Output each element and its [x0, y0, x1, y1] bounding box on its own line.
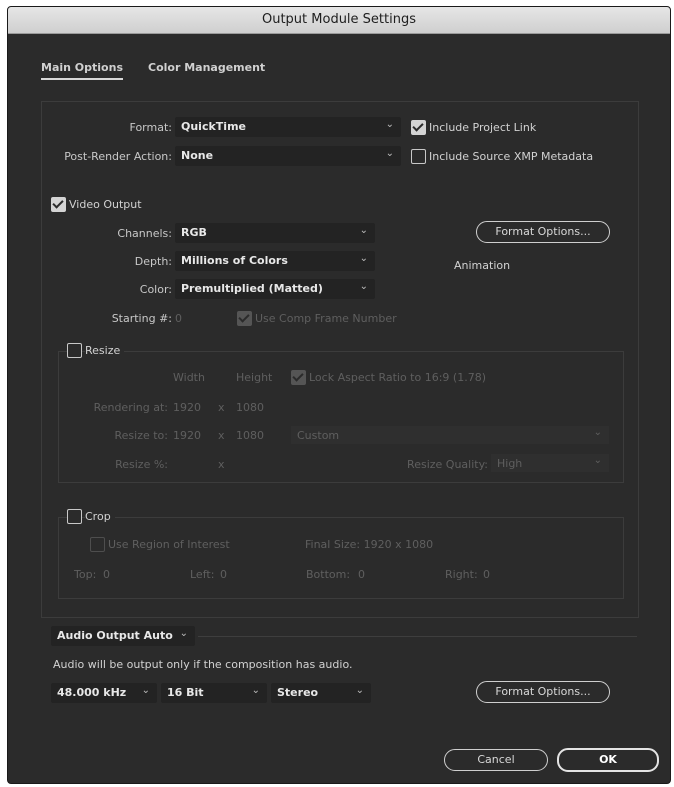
chevron-down-icon: ⌄: [141, 685, 150, 696]
chevron-down-icon: ⌄: [385, 119, 394, 130]
crop-label: Crop: [85, 510, 115, 523]
color-label: Color:: [139, 283, 172, 296]
codec-info-text: Animation: [454, 259, 511, 272]
crop-bottom-label: Bottom:: [306, 568, 351, 581]
channels-value: RGB: [181, 226, 207, 239]
crop-top-value[interactable]: 0: [103, 568, 110, 581]
use-roi-label: Use Region of Interest: [108, 538, 230, 551]
depth-value: Millions of Colors: [181, 254, 288, 267]
post-render-dropdown[interactable]: None ⌄: [175, 146, 401, 166]
rendering-width: 1920: [173, 401, 201, 414]
audio-rate-value: 48.000 kHz: [57, 686, 127, 699]
starting-number-value[interactable]: 0: [175, 312, 182, 325]
audio-channels-value: Stereo: [277, 686, 319, 699]
channels-label: Channels:: [117, 227, 172, 240]
use-comp-frame-checkbox[interactable]: [237, 311, 252, 326]
chevron-down-icon: ⌄: [359, 281, 368, 292]
cancel-button[interactable]: Cancel: [444, 749, 548, 771]
video-output-checkbox[interactable]: [51, 197, 66, 212]
resize-to-x: x: [218, 429, 225, 442]
audio-divider: [198, 636, 637, 637]
channels-dropdown[interactable]: RGB ⌄: [175, 223, 375, 243]
rendering-at-label: Rendering at:: [93, 401, 168, 414]
format-dropdown[interactable]: QuickTime ⌄: [175, 117, 401, 137]
crop-right-label: Right:: [445, 568, 478, 581]
chevron-down-icon: ⌄: [355, 685, 364, 696]
format-label: Format:: [129, 121, 172, 134]
window-title: Output Module Settings: [261, 12, 416, 27]
resize-quality-label: Resize Quality:: [407, 458, 488, 471]
include-xmp-label: Include Source XMP Metadata: [429, 150, 594, 163]
video-output-label: Video Output: [69, 198, 142, 211]
lock-aspect-checkbox[interactable]: [291, 370, 306, 385]
chevron-down-icon: ⌄: [359, 225, 368, 236]
crop-left-value[interactable]: 0: [220, 568, 227, 581]
chevron-down-icon: ⌄: [179, 628, 188, 639]
resize-label: Resize: [85, 344, 125, 357]
crop-top-label: Top:: [74, 568, 97, 581]
audio-channels-dropdown[interactable]: Stereo ⌄: [271, 683, 371, 703]
use-comp-frame-label: Use Comp Frame Number: [255, 312, 397, 325]
post-render-label: Post-Render Action:: [64, 150, 172, 163]
audio-output-dropdown[interactable]: Audio Output Auto ⌄: [51, 626, 195, 646]
final-size-text: Final Size: 1920 x 1080: [305, 538, 434, 551]
resize-percent-label: Resize %:: [115, 458, 168, 471]
depth-dropdown[interactable]: Millions of Colors ⌄: [175, 251, 375, 271]
audio-rate-dropdown[interactable]: 48.000 kHz ⌄: [51, 683, 157, 703]
use-roi-checkbox[interactable]: [90, 537, 105, 552]
color-dropdown[interactable]: Premultiplied (Matted) ⌄: [175, 279, 375, 299]
audio-format-options-button[interactable]: Format Options...: [476, 681, 610, 703]
crop-panel: [58, 517, 624, 599]
include-xmp-checkbox[interactable]: [411, 149, 426, 164]
chevron-down-icon: ⌄: [593, 455, 602, 466]
crop-checkbox[interactable]: [67, 509, 82, 524]
include-project-link-checkbox[interactable]: [411, 120, 426, 135]
rendering-height: 1080: [236, 401, 264, 414]
audio-bits-dropdown[interactable]: 16 Bit ⌄: [161, 683, 267, 703]
chevron-down-icon: ⌄: [251, 685, 260, 696]
width-header: Width: [173, 371, 205, 384]
resize-preset-dropdown[interactable]: Custom ⌄: [291, 426, 609, 444]
resize-to-height[interactable]: 1080: [236, 429, 264, 442]
chevron-down-icon: ⌄: [385, 148, 394, 159]
resize-percent-x: x: [218, 458, 225, 471]
audio-note-text: Audio will be output only if the composi…: [53, 658, 353, 671]
include-project-link-label: Include Project Link: [429, 121, 537, 134]
chevron-down-icon: ⌄: [359, 253, 368, 264]
rendering-x: x: [218, 401, 225, 414]
starting-number-label: Starting #:: [111, 312, 172, 325]
crop-right-value[interactable]: 0: [483, 568, 490, 581]
video-format-options-button[interactable]: Format Options...: [476, 221, 610, 243]
crop-bottom-value[interactable]: 0: [358, 568, 365, 581]
post-render-value: None: [181, 149, 214, 162]
resize-to-label: Resize to:: [114, 429, 169, 442]
format-value: QuickTime: [181, 120, 246, 133]
resize-preset-value: Custom: [297, 429, 340, 442]
ok-button[interactable]: OK: [557, 748, 659, 772]
resize-to-width[interactable]: 1920: [173, 429, 201, 442]
audio-output-value: Audio Output Auto: [57, 629, 173, 642]
height-header: Height: [236, 371, 273, 384]
resize-quality-dropdown[interactable]: High ⌄: [491, 454, 609, 472]
tab-main-options[interactable]: Main Options: [41, 61, 123, 80]
lock-aspect-label: Lock Aspect Ratio to 16:9 (1.78): [309, 371, 486, 384]
resize-quality-value: High: [497, 457, 523, 470]
resize-checkbox[interactable]: [67, 343, 82, 358]
tab-color-management[interactable]: Color Management: [148, 61, 265, 74]
audio-bits-value: 16 Bit: [167, 686, 204, 699]
depth-label: Depth:: [134, 255, 172, 268]
title-bar[interactable]: Output Module Settings: [8, 7, 670, 34]
crop-left-label: Left:: [190, 568, 215, 581]
color-value: Premultiplied (Matted): [181, 282, 323, 295]
output-module-dialog: Output Module Settings Main Options Colo…: [7, 6, 671, 784]
chevron-down-icon: ⌄: [593, 427, 602, 438]
